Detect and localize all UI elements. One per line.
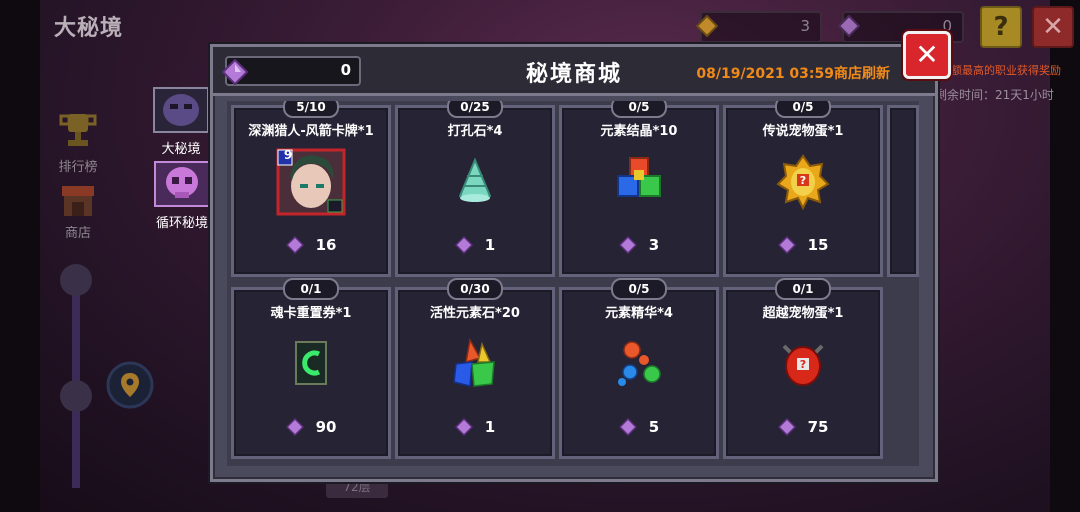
purple-gem-icon <box>618 418 637 436</box>
left-bezel <box>0 0 40 512</box>
stock-badge: 0/5 <box>611 101 667 118</box>
card-level: 9 <box>283 148 293 162</box>
shop-item-card[interactable]: 0/25 打孔石*4 1 <box>395 101 555 277</box>
price-row: 75 <box>726 418 880 436</box>
shop-item-card[interactable]: 0/5 传说宠物蛋*1 ? 15 <box>723 101 883 277</box>
item-price: 1 <box>484 236 496 254</box>
item-price: 75 <box>807 418 829 436</box>
purple-gem-icon <box>618 236 637 254</box>
price-row: 1 <box>398 418 552 436</box>
shop-item-card[interactable]: 0/5 元素结晶*10 3 <box>559 101 719 277</box>
close-button[interactable]: ✕ <box>903 31 951 79</box>
stock-badge: 5/10 <box>283 101 339 118</box>
item-price: 5 <box>648 418 660 436</box>
purple-gem-icon <box>454 236 473 254</box>
shop-item-card[interactable]: 0/5 元素精华*4 5 <box>559 278 719 459</box>
price-row: 15 <box>726 236 880 254</box>
item-name: 超越宠物蛋*1 <box>762 306 844 321</box>
sidebar-item-shop[interactable]: 商店 <box>50 182 106 241</box>
legendary-pet-egg-icon: ? <box>776 154 830 211</box>
soul-card-reset-ticket-icon <box>295 341 327 385</box>
price-row: 16 <box>234 236 388 254</box>
item-price: 3 <box>648 236 660 254</box>
help-button[interactable]: ? <box>980 6 1022 48</box>
item-price: 15 <box>807 236 829 254</box>
page-title: 大秘境 <box>54 16 124 41</box>
item-name: 魂卡重置券*1 <box>270 306 352 321</box>
transcendent-pet-egg-icon: ? <box>782 344 824 386</box>
purple-gem-icon <box>777 418 796 436</box>
remaining-time: 剩余时间：21天1小时 <box>935 88 1054 102</box>
shop-item-card[interactable]: 0/1 超越宠物蛋*1 ? 75 <box>723 278 883 459</box>
stock-badge: 0/5 <box>775 101 831 118</box>
item-price: 16 <box>315 236 337 254</box>
drill-stone-icon <box>458 157 492 202</box>
price-row: 90 <box>234 418 388 436</box>
item-name: 活性元素石*20 <box>430 306 520 321</box>
price-row: 1 <box>398 236 552 254</box>
item-name: 元素结晶*10 <box>600 124 678 139</box>
shop-item-card[interactable]: 5/10 深渊猎人-风箭卡牌*1 9 16 <box>231 101 391 277</box>
item-name: 元素精华*4 <box>605 306 673 321</box>
shop-grid: 5/10 深渊猎人-风箭卡牌*1 9 16 0/25 打孔石*4 1 0/5 元… <box>227 101 919 466</box>
svg-text:?: ? <box>800 358 806 371</box>
shop-item-card-partial[interactable] <box>887 105 919 277</box>
stock-badge: 0/5 <box>611 278 667 300</box>
element-essence-icon <box>618 341 661 386</box>
element-crystal-icon <box>617 157 661 197</box>
orange-diamond-icon <box>696 15 718 37</box>
shop-item-card[interactable]: 0/1 魂卡重置券*1 90 <box>231 278 391 459</box>
stock-badge: 0/1 <box>775 278 831 300</box>
shop-header: 0 秘境商城 08/19/2021 03:59商店刷新 <box>213 47 935 96</box>
item-name: 传说宠物蛋*1 <box>762 124 844 139</box>
trophy-icon <box>59 114 97 146</box>
dungeon-tab-cycle[interactable]: 循环秘境 <box>148 160 216 231</box>
purple-diamond-icon <box>838 15 860 37</box>
sidebar-item-label: 排行榜 <box>58 160 98 175</box>
item-name: 打孔石*4 <box>447 124 503 139</box>
purple-gem-icon <box>285 418 304 436</box>
purple-gem-icon <box>777 236 796 254</box>
orange-diamond-counter: 3 <box>696 11 822 43</box>
shop-icon <box>62 186 94 216</box>
stock-badge: 0/30 <box>447 278 503 300</box>
sidebar-item-label: 商店 <box>64 226 91 241</box>
stock-badge: 0/25 <box>447 101 503 118</box>
page-close-button[interactable]: ✕ <box>1032 6 1074 48</box>
dungeon-tab-label: 大秘境 <box>161 142 201 157</box>
pink-skull-icon <box>154 161 210 207</box>
price-row: 5 <box>562 418 716 436</box>
item-name: 深渊猎人-风箭卡牌*1 <box>248 124 374 139</box>
shop-item-card[interactable]: 0/30 活性元素石*20 1 <box>395 278 555 459</box>
stock-badge: 0/1 <box>283 278 339 300</box>
item-price: 90 <box>315 418 337 436</box>
orange-diamond-value: 3 <box>800 17 810 35</box>
price-row: 3 <box>562 236 716 254</box>
active-element-stone-icon <box>453 337 495 387</box>
location-pin-icon <box>121 373 139 397</box>
shop-dialog: 0 秘境商城 08/19/2021 03:59商店刷新 ✕ 5/10 深渊猎人-… <box>210 31 951 482</box>
dungeon-tab-label: 循环秘境 <box>155 216 208 231</box>
floor-track <box>60 264 154 488</box>
event-notice: 名额最高的职业获得奖励 <box>940 64 1061 77</box>
svg-text:?: ? <box>800 174 806 187</box>
purple-gem-icon <box>285 236 304 254</box>
dungeon-tab-grand[interactable]: 大秘境 <box>150 86 212 157</box>
shop-refresh-time: 08/19/2021 03:59商店刷新 <box>696 66 890 82</box>
sidebar-item-leaderboard[interactable]: 排行榜 <box>50 110 106 175</box>
purple-gem-icon <box>454 418 473 436</box>
demon-mask-icon <box>153 87 209 133</box>
item-price: 1 <box>484 418 496 436</box>
